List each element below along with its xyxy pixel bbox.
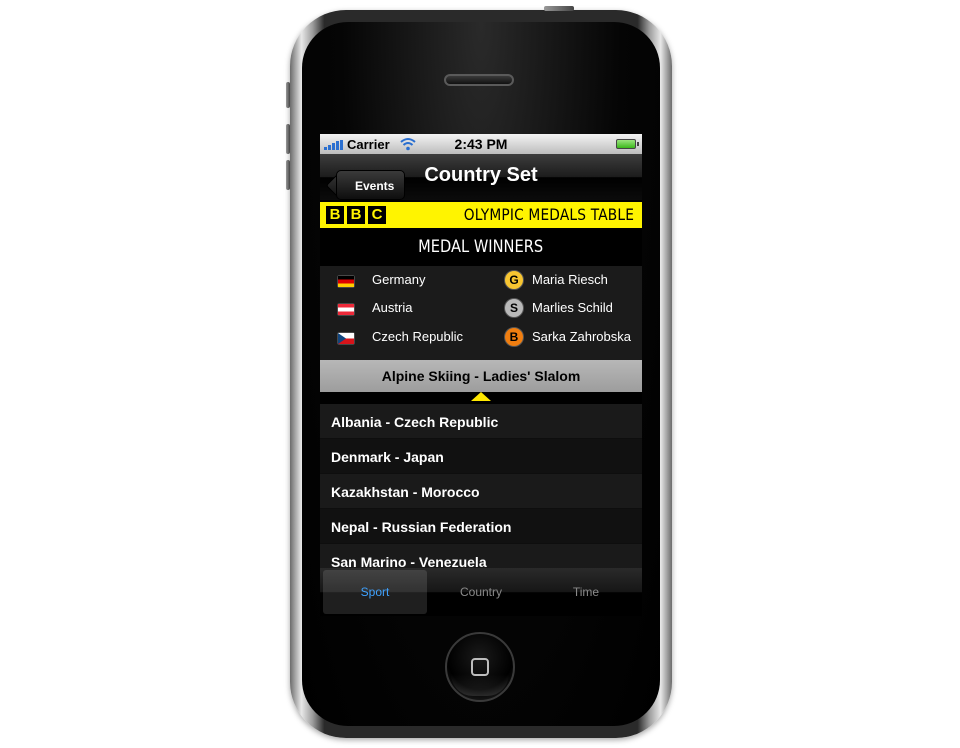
- phone-screen: Carrier 2:43 PM Events Country Set B B C…: [320, 134, 642, 616]
- silver-medal-icon: S: [504, 298, 524, 318]
- tab-sport[interactable]: Sport: [323, 570, 427, 614]
- czech-flag-icon: [338, 333, 354, 344]
- austria-flag-icon: [338, 304, 354, 315]
- list-item[interactable]: Kazakhstan - Morocco: [320, 474, 642, 509]
- medal-winners-header: MEDAL WINNERS: [320, 228, 642, 266]
- volume-down-button[interactable]: [286, 160, 290, 190]
- event-title-bar: Alpine Skiing - Ladies' Slalom: [320, 360, 642, 392]
- navigation-bar: Events Country Set: [320, 154, 642, 200]
- volume-up-button[interactable]: [286, 124, 290, 154]
- medal-winners-panel: Germany G Maria Riesch Austria S Marlies…: [320, 266, 642, 360]
- bronze-medal-icon: B: [504, 327, 524, 347]
- status-time: 2:43 PM: [454, 136, 508, 152]
- tab-time[interactable]: Time: [534, 570, 638, 614]
- home-button[interactable]: [445, 632, 515, 702]
- bbc-banner: B B C OLYMPIC MEDALS TABLE: [320, 202, 642, 228]
- sleep-button[interactable]: [544, 6, 574, 11]
- list-item[interactable]: San Marino - Venezuela: [320, 544, 642, 570]
- list-item[interactable]: Albania - Czech Republic: [320, 404, 642, 439]
- germany-flag-icon: [338, 276, 354, 287]
- list-item[interactable]: Denmark - Japan: [320, 439, 642, 474]
- medal-row-bronze[interactable]: Czech Republic B Sarka Zahrobska: [320, 325, 642, 353]
- gold-medal-icon: G: [504, 270, 524, 290]
- earpiece-speaker: [444, 74, 514, 86]
- events-back-button[interactable]: Events: [336, 170, 406, 200]
- banner-title: OLYMPIC MEDALS TABLE: [463, 205, 634, 224]
- bbc-logo: B B C: [326, 206, 386, 224]
- selection-pointer-icon: [471, 392, 491, 401]
- country-set-list: Albania - Czech Republic Denmark - Japan…: [320, 404, 642, 570]
- medal-row-silver[interactable]: Austria S Marlies Schild: [320, 296, 642, 324]
- mute-switch[interactable]: [286, 82, 290, 108]
- medal-row-gold[interactable]: Germany G Maria Riesch: [320, 268, 642, 296]
- battery-icon: [616, 139, 639, 149]
- tab-bar: Sport Country Time: [320, 568, 642, 616]
- list-item[interactable]: Nepal - Russian Federation: [320, 509, 642, 544]
- tab-country[interactable]: Country: [429, 570, 533, 614]
- status-bar: Carrier 2:43 PM: [320, 134, 642, 154]
